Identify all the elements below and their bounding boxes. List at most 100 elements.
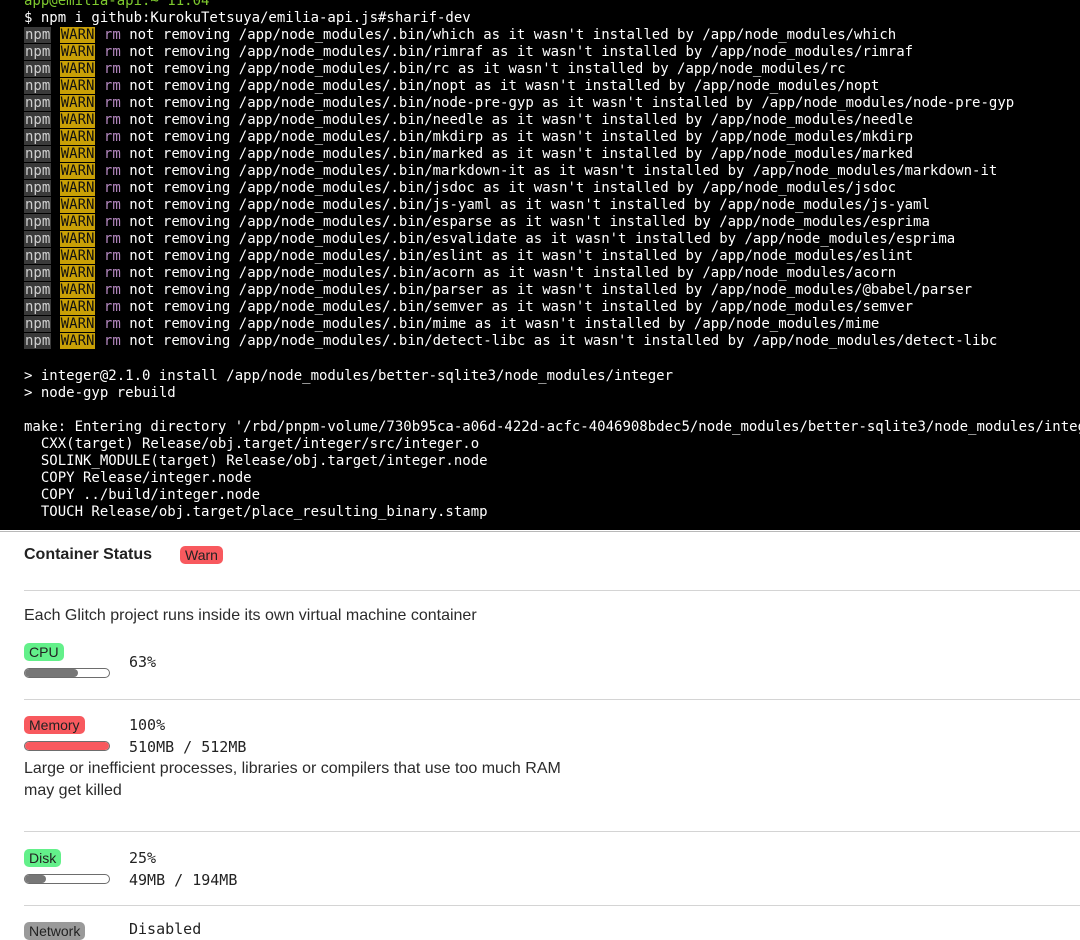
warn-message: not removing /app/node_modules/.bin/jsdo… <box>129 180 897 196</box>
npm-tag: npm <box>24 163 52 179</box>
divider <box>24 905 1080 906</box>
warn-tag: WARN <box>59 180 96 196</box>
rm-tag: rm <box>103 316 121 332</box>
warn-message: not removing /app/node_modules/.bin/esva… <box>129 231 956 247</box>
terminal-prompt-line: app@emilia-api:~ 11:04 <box>24 0 210 9</box>
terminal-build-line: COPY Release/integer.node <box>24 470 252 486</box>
npm-tag: npm <box>24 248 52 264</box>
warn-tag: WARN <box>59 61 96 77</box>
npm-tag: npm <box>24 316 52 332</box>
warn-tag: WARN <box>59 27 96 43</box>
warn-tag: WARN <box>59 44 96 60</box>
terminal-command: $ npm i github:KurokuTetsuya/emilia-api.… <box>24 10 471 26</box>
memory-note: may get killed <box>24 782 122 799</box>
npm-tag: npm <box>24 180 52 196</box>
rm-tag: rm <box>103 333 121 349</box>
warn-message: not removing /app/node_modules/.bin/js-y… <box>129 197 930 213</box>
rm-tag: rm <box>103 78 121 94</box>
warn-status-badge: Warn <box>180 546 223 564</box>
npm-warn-line: npm WARN rm not removing /app/node_modul… <box>24 163 997 180</box>
rm-tag: rm <box>103 27 121 43</box>
memory-usage-bar <box>24 741 110 751</box>
npm-tag: npm <box>24 197 52 213</box>
warn-tag: WARN <box>59 231 96 247</box>
network-label: Network <box>24 922 86 940</box>
npm-tag: npm <box>24 214 52 230</box>
npm-warn-line: npm WARN rm not removing /app/node_modul… <box>24 180 896 197</box>
warn-tag: WARN <box>59 214 96 230</box>
npm-warn-line: npm WARN rm not removing /app/node_modul… <box>24 129 913 146</box>
rm-tag: rm <box>103 163 121 179</box>
npm-tag: npm <box>24 61 52 77</box>
warn-message: not removing /app/node_modules/.bin/node… <box>129 95 1015 111</box>
warn-tag: WARN <box>59 333 96 349</box>
warn-tag: WARN <box>59 78 96 94</box>
npm-warn-line: npm WARN rm not removing /app/node_modul… <box>24 248 913 265</box>
npm-tag: npm <box>24 282 52 298</box>
terminal-build-line: COPY ../build/integer.node <box>24 487 261 503</box>
npm-warn-line: npm WARN rm not removing /app/node_modul… <box>24 214 930 231</box>
npm-warn-line: npm WARN rm not removing /app/node_modul… <box>24 27 896 44</box>
warn-message: not removing /app/node_modules/.bin/rimr… <box>129 44 914 60</box>
warn-tag: WARN <box>59 146 96 162</box>
npm-tag: npm <box>24 299 52 315</box>
rm-tag: rm <box>103 282 121 298</box>
npm-tag: npm <box>24 78 52 94</box>
container-description: Each Glitch project runs inside its own … <box>24 607 477 624</box>
npm-tag: npm <box>24 265 52 281</box>
npm-warn-line: npm WARN rm not removing /app/node_modul… <box>24 112 913 129</box>
rm-tag: rm <box>103 146 121 162</box>
warn-message: not removing /app/node_modules/.bin/semv… <box>129 299 914 315</box>
npm-warn-line: npm WARN rm not removing /app/node_modul… <box>24 78 879 95</box>
rm-tag: rm <box>103 265 121 281</box>
memory-label: Memory <box>24 716 85 734</box>
warn-tag: WARN <box>59 112 96 128</box>
rm-tag: rm <box>103 197 121 213</box>
memory-percent: 100% <box>129 716 166 734</box>
warn-message: not removing /app/node_modules/.bin/mark… <box>129 146 914 162</box>
memory-usage: 510MB / 512MB <box>129 738 247 756</box>
rm-tag: rm <box>103 112 121 128</box>
warn-message: not removing /app/node_modules/.bin/acor… <box>129 265 897 281</box>
terminal-build-line: SOLINK_MODULE(target) Release/obj.target… <box>24 453 488 469</box>
container-status-title: Container Status <box>24 546 153 563</box>
terminal-panel[interactable]: app@emilia-api:~ 11:04 $ npm i github:Ku… <box>0 0 1080 530</box>
warn-message: not removing /app/node_modules/.bin/mkdi… <box>129 129 914 145</box>
warn-tag: WARN <box>59 163 96 179</box>
memory-usage-fill <box>25 742 109 750</box>
cpu-label: CPU <box>24 643 64 661</box>
container-status-panel: Container Status Warn Each Glitch projec… <box>0 531 1080 940</box>
terminal-install-line: > node-gyp rebuild <box>24 385 176 401</box>
warn-message: not removing /app/node_modules/.bin/pars… <box>129 282 973 298</box>
rm-tag: rm <box>103 129 121 145</box>
network-value: Disabled <box>129 920 202 938</box>
npm-warn-line: npm WARN rm not removing /app/node_modul… <box>24 146 913 163</box>
npm-tag: npm <box>24 231 52 247</box>
disk-label: Disk <box>24 849 62 867</box>
npm-tag: npm <box>24 146 52 162</box>
npm-warn-line: npm WARN rm not removing /app/node_modul… <box>24 95 1014 112</box>
rm-tag: rm <box>103 214 121 230</box>
warn-tag: WARN <box>59 299 96 315</box>
npm-warn-line: npm WARN rm not removing /app/node_modul… <box>24 333 997 350</box>
npm-tag: npm <box>24 112 52 128</box>
warn-tag: WARN <box>59 265 96 281</box>
rm-tag: rm <box>103 180 121 196</box>
terminal-install-line: > integer@2.1.0 install /app/node_module… <box>24 368 674 384</box>
npm-warn-line: npm WARN rm not removing /app/node_modul… <box>24 61 846 78</box>
rm-tag: rm <box>103 95 121 111</box>
divider <box>24 831 1080 832</box>
npm-warn-line: npm WARN rm not removing /app/node_modul… <box>24 231 955 248</box>
npm-warn-line: npm WARN rm not removing /app/node_modul… <box>24 44 913 61</box>
warn-message: not removing /app/node_modules/.bin/need… <box>129 112 914 128</box>
npm-tag: npm <box>24 44 52 60</box>
disk-usage: 49MB / 194MB <box>129 871 238 889</box>
npm-warn-line: npm WARN rm not removing /app/node_modul… <box>24 299 913 316</box>
warn-message: not removing /app/node_modules/.bin/mark… <box>129 163 998 179</box>
cpu-usage-fill <box>25 669 78 677</box>
warn-tag: WARN <box>59 282 96 298</box>
rm-tag: rm <box>103 299 121 315</box>
warn-tag: WARN <box>59 197 96 213</box>
warn-tag: WARN <box>59 248 96 264</box>
divider <box>24 699 1080 700</box>
